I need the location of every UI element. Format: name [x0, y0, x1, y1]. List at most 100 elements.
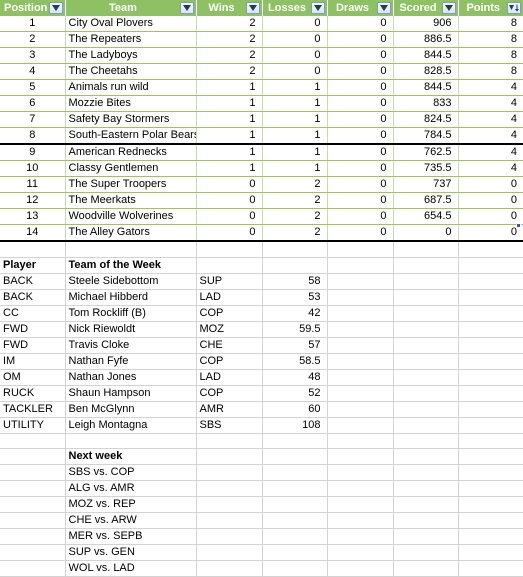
table-row[interactable]: 10 Classy Gentlemen 1 1 0 735.5 4 — [0, 160, 523, 177]
cell-points: 0 — [458, 192, 523, 209]
cell-team: Mozzie Bites — [65, 95, 197, 112]
cell-blank — [196, 480, 263, 497]
cell-points: 8 — [458, 63, 523, 80]
cell-blank — [393, 448, 459, 465]
cell-position: TACKLER — [0, 401, 66, 418]
table-row[interactable]: 8 South-Eastern Polar Bears 1 1 0 784.5 … — [0, 127, 523, 145]
cell-blank — [393, 242, 459, 258]
cell-losses: 1 — [262, 111, 328, 128]
cell-blank — [327, 369, 394, 386]
sort-descending-icon-points[interactable] — [507, 2, 521, 14]
cell-team-abbr: LAD — [196, 289, 263, 306]
column-header-points[interactable]: Points — [458, 0, 523, 16]
table-row[interactable]: 9 American Rednecks 1 1 0 762.5 4 — [0, 144, 523, 161]
cell-blank — [0, 480, 66, 497]
cell-blank — [458, 369, 523, 386]
filter-dropdown-icon-wins[interactable] — [245, 2, 260, 14]
list-item[interactable]: MOZ vs. REP — [0, 496, 523, 513]
list-item[interactable]: FWD Travis Cloke CHE 57 — [0, 337, 523, 354]
cell-blank — [393, 464, 459, 481]
list-item[interactable]: WOL vs. LAD — [0, 560, 523, 577]
table-row[interactable]: 2 The Repeaters 2 0 0 886.5 8 — [0, 31, 523, 48]
cell-fixture: SBS vs. COP — [65, 464, 197, 481]
ladder-header-row: Position Team Wins Losses Draws Scored P… — [0, 0, 523, 16]
cell-player: Michael Hibberd — [65, 289, 197, 306]
cell-blank — [327, 417, 394, 434]
cell-blank — [327, 480, 394, 497]
table-row[interactable]: 7 Safety Bay Stormers 1 1 0 824.5 4 — [0, 111, 523, 128]
empty-row — [0, 433, 523, 449]
cell-losses: 0 — [262, 47, 328, 64]
cell-score: 58.5 — [262, 353, 328, 370]
table-row[interactable]: 1 City Oval Plovers 2 0 0 906 8 — [0, 16, 523, 32]
table-row[interactable]: 14 The Alley Gators 0 2 0 0 0 — [0, 224, 523, 242]
list-item[interactable]: SUP vs. GEN — [0, 544, 523, 561]
list-item[interactable]: SBS vs. COP — [0, 464, 523, 481]
list-item[interactable]: OM Nathan Jones LAD 48 — [0, 369, 523, 386]
cell-position: 12 — [0, 192, 66, 209]
list-item[interactable]: UTILITY Leigh Montagna SBS 108 — [0, 417, 523, 434]
cell-blank — [458, 544, 523, 561]
filter-dropdown-icon-team[interactable] — [179, 2, 194, 14]
list-item[interactable]: BACK Michael Hibberd LAD 53 — [0, 289, 523, 306]
cell-losses: 0 — [262, 16, 328, 32]
column-header-scored[interactable]: Scored — [393, 0, 459, 16]
cell-blank — [327, 448, 394, 465]
cell-blank — [393, 289, 459, 306]
table-row[interactable]: 6 Mozzie Bites 1 1 0 833 4 — [0, 95, 523, 112]
cell-wins: 2 — [196, 16, 263, 32]
cell-position: OM — [0, 369, 66, 386]
table-row[interactable]: 13 Woodville Wolverines 0 2 0 654.5 0 — [0, 208, 523, 225]
column-header-wins[interactable]: Wins — [196, 0, 263, 16]
cell-blank — [393, 560, 459, 577]
table-row[interactable]: 11 The Super Troopers 0 2 0 737 0 — [0, 176, 523, 193]
cell-blank — [196, 433, 263, 449]
list-item[interactable]: CHE vs. ARW — [0, 512, 523, 529]
cell-score: 60 — [262, 401, 328, 418]
cell-scored: 654.5 — [393, 208, 459, 225]
cell-wins: 1 — [196, 111, 263, 128]
list-item[interactable]: CC Tom Rockliff (B) COP 42 — [0, 305, 523, 322]
cell-draws: 0 — [327, 111, 394, 128]
list-item[interactable]: IM Nathan Fyfe COP 58.5 — [0, 353, 523, 370]
filter-dropdown-icon-position[interactable] — [48, 2, 63, 14]
cell-team-abbr: SUP — [196, 273, 263, 290]
selection-fill-handle[interactable] — [516, 223, 521, 228]
column-header-draws[interactable]: Draws — [327, 0, 394, 16]
table-row[interactable]: 5 Animals run wild 1 1 0 844.5 4 — [0, 79, 523, 96]
cell-wins: 1 — [196, 95, 263, 112]
cell-blank — [458, 337, 523, 354]
cell-blank — [458, 305, 523, 322]
filter-dropdown-icon-draws[interactable] — [376, 2, 391, 14]
table-row[interactable]: 4 The Cheetahs 2 0 0 828.5 8 — [0, 63, 523, 80]
list-item[interactable]: FWD Nick Riewoldt MOZ 59.5 — [0, 321, 523, 338]
cell-blank — [458, 353, 523, 370]
cell-team-abbr: MOZ — [196, 321, 263, 338]
column-header-losses[interactable]: Losses — [262, 0, 328, 16]
cell-blank — [262, 464, 328, 481]
filter-dropdown-icon-losses[interactable] — [310, 2, 325, 14]
cell-position: UTILITY — [0, 417, 66, 434]
filter-dropdown-icon-scored[interactable] — [441, 2, 456, 14]
cell-position: 11 — [0, 176, 66, 193]
cell-score: 52 — [262, 385, 328, 402]
cell-score: 59.5 — [262, 321, 328, 338]
cell-team-abbr: COP — [196, 305, 263, 322]
table-row[interactable]: 12 The Meerkats 0 2 0 687.5 0 — [0, 192, 523, 209]
cell-scored: 784.5 — [393, 127, 459, 145]
table-row[interactable]: 3 The Ladyboys 2 0 0 844.5 8 — [0, 47, 523, 64]
list-item[interactable]: BACK Steele Sidebottom SUP 58 — [0, 273, 523, 290]
cell-scored: 844.5 — [393, 79, 459, 96]
column-header-position[interactable]: Position — [0, 0, 66, 16]
cell-team-abbr: COP — [196, 353, 263, 370]
list-item[interactable]: RUCK Shaun Hampson COP 52 — [0, 385, 523, 402]
cell-blank — [196, 512, 263, 529]
cell-scored: 824.5 — [393, 111, 459, 128]
cell-wins: 0 — [196, 176, 263, 193]
cell-wins: 0 — [196, 192, 263, 209]
list-item[interactable]: TACKLER Ben McGlynn AMR 60 — [0, 401, 523, 418]
column-header-scored-label: Scored — [399, 2, 437, 14]
list-item[interactable]: ALG vs. AMR — [0, 480, 523, 497]
cell-blank — [393, 369, 459, 386]
column-header-team[interactable]: Team — [65, 0, 197, 16]
